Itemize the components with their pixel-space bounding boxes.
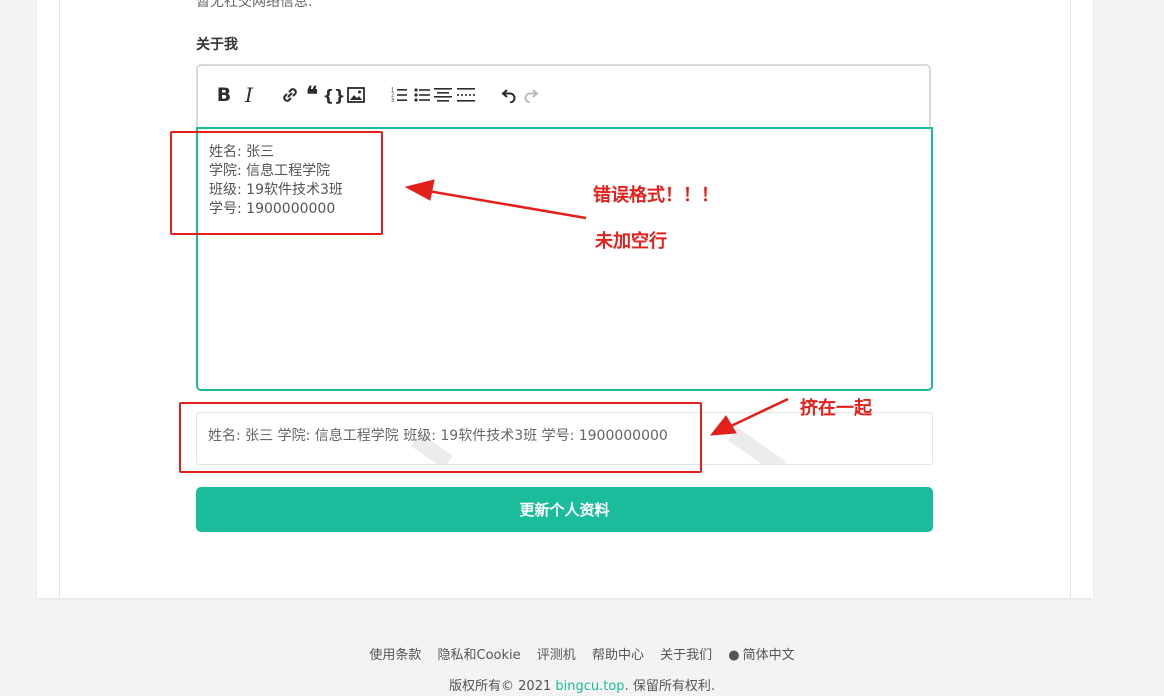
footer-link-help[interactable]: 帮助中心 (592, 648, 644, 663)
annotation-wrong-format: 错误格式！！！ (593, 185, 719, 206)
footer-link-terms[interactable]: 使用条款 (369, 648, 421, 663)
annotation-squeezed: 挤在一起 (800, 398, 872, 419)
globe-icon: ● (728, 648, 740, 663)
footer-link-judge[interactable]: 评测机 (537, 648, 576, 663)
footer-link-about[interactable]: 关于我们 (660, 648, 712, 663)
copyright-prefix: 版权所有© 2021 (449, 679, 556, 694)
arrow-line-editor (427, 189, 587, 220)
language-switcher[interactable]: ● 简体中文 (728, 648, 794, 663)
language-label: 简体中文 (742, 648, 795, 663)
copyright: 版权所有© 2021 bingcu.top. 保留所有权利. (0, 675, 1164, 694)
footer-link-privacy[interactable]: 隐私和Cookie (438, 648, 521, 663)
arrow-head-editor (404, 179, 435, 201)
annotation-arrows (404, 179, 789, 436)
site-link[interactable]: bingcu.top (555, 679, 624, 694)
annotation-no-blank-line: 未加空行 (595, 231, 667, 252)
copyright-suffix: . 保留所有权利. (624, 679, 715, 694)
footer-links: 使用条款 隐私和Cookie 评测机 帮助中心 关于我们 ● 简体中文 (0, 644, 1164, 663)
arrow-line-preview (730, 397, 789, 428)
